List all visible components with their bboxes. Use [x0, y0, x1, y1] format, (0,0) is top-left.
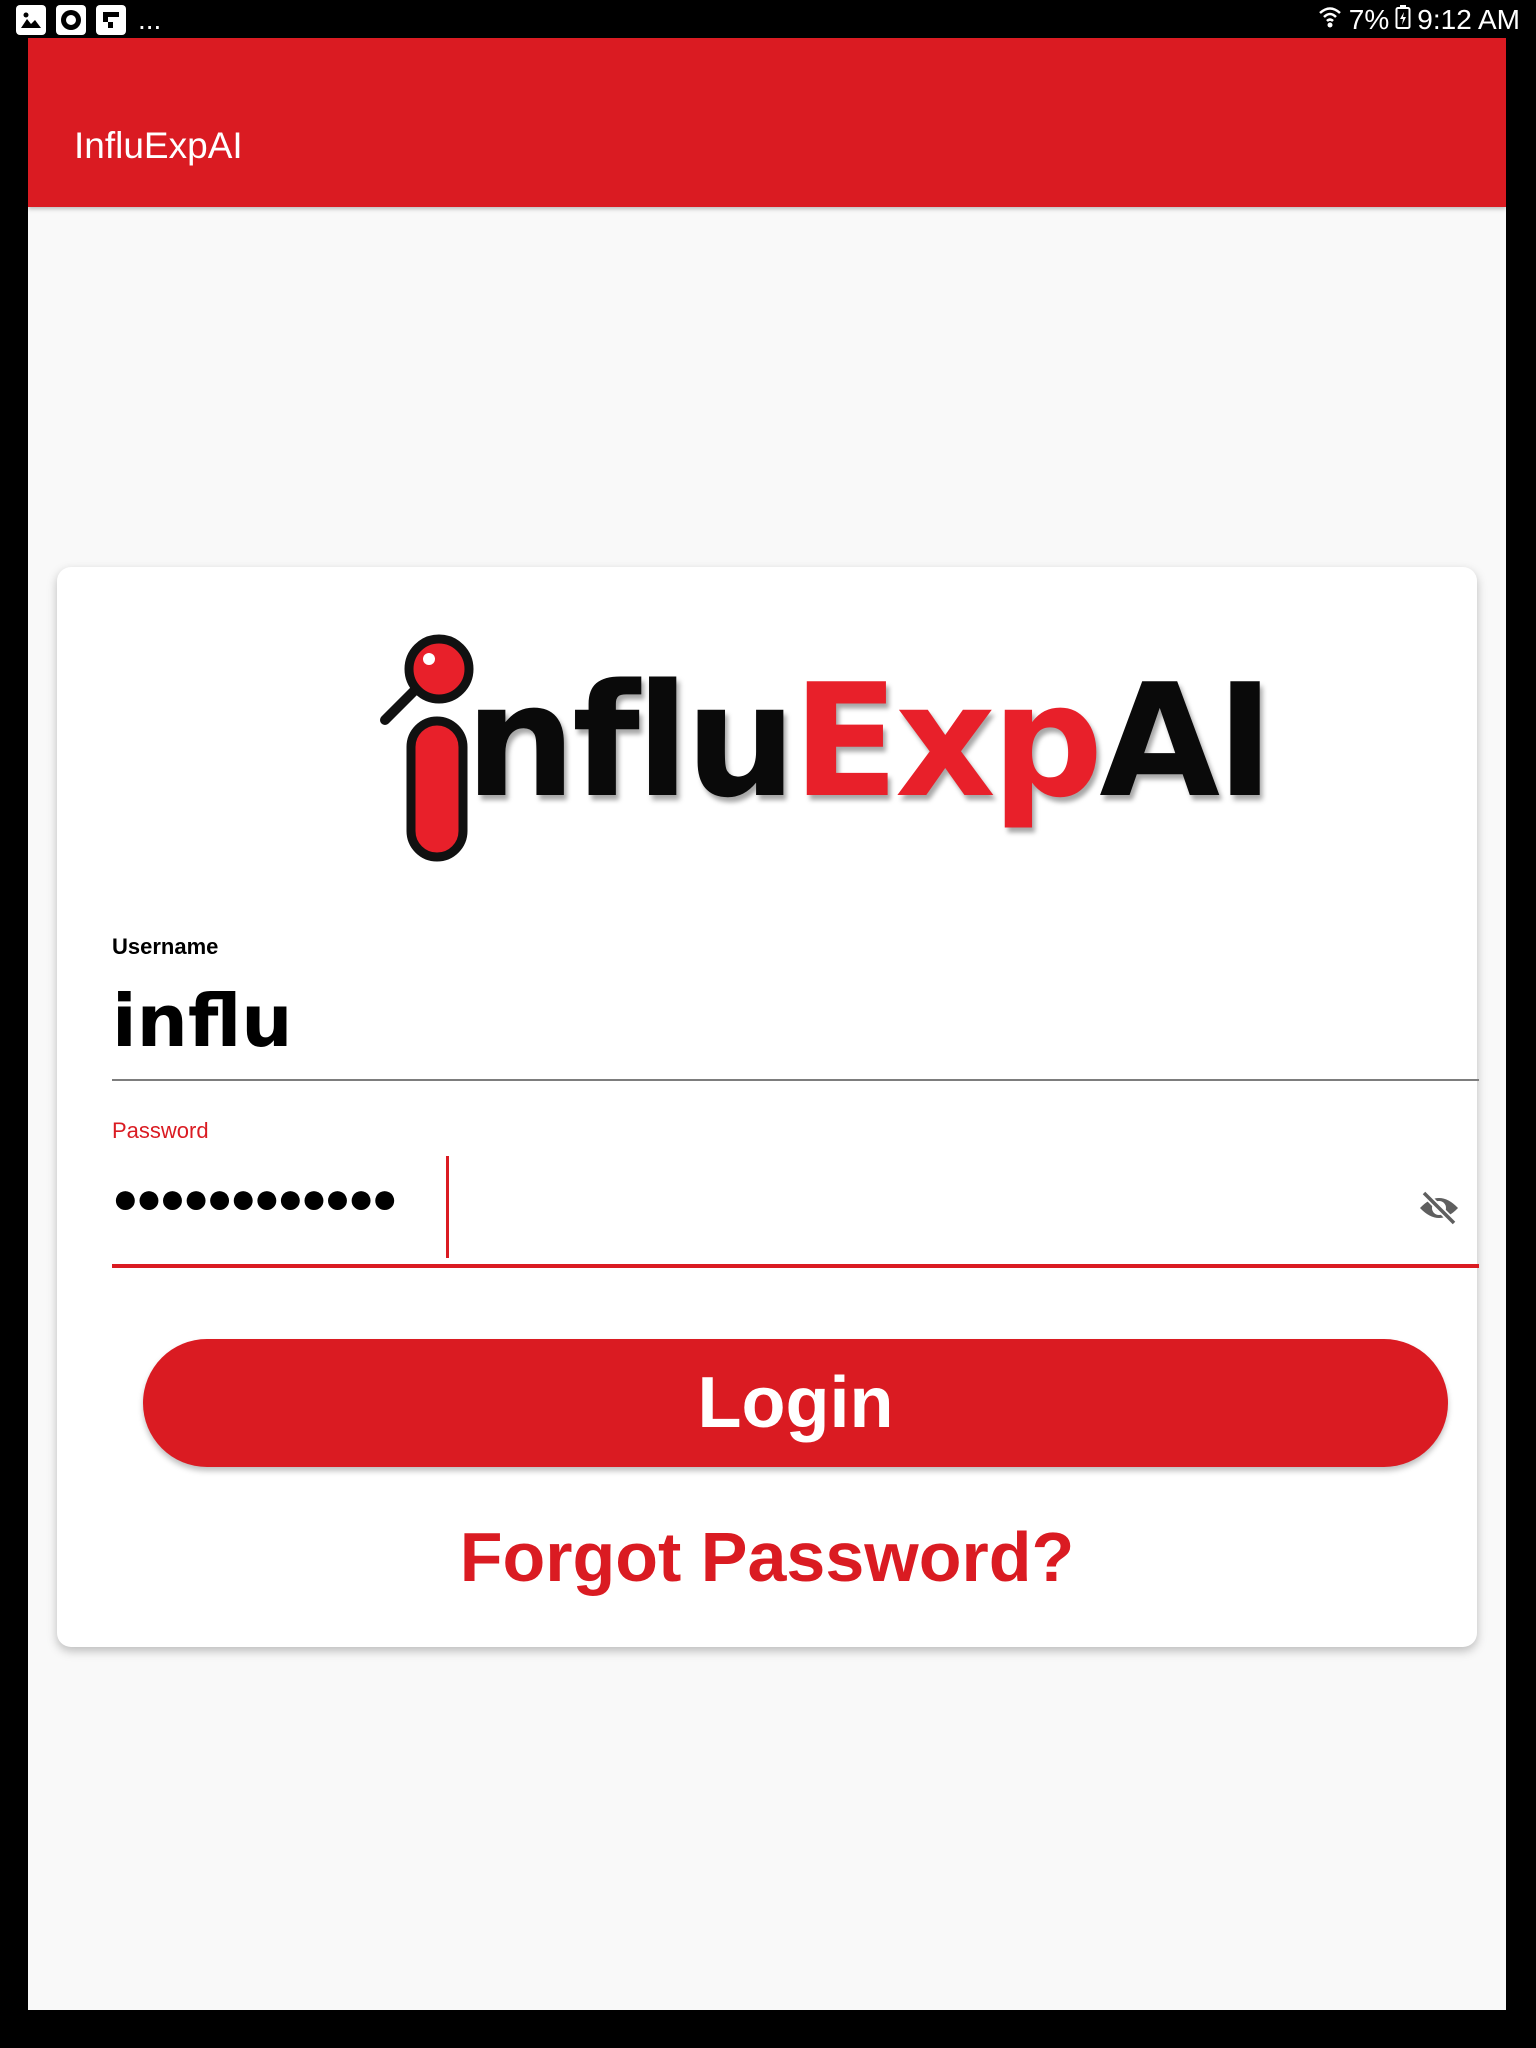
battery-percent: 7% [1348, 4, 1390, 35]
wifi-icon [1317, 4, 1343, 37]
app-icon [56, 5, 86, 35]
username-label: Username [112, 934, 219, 959]
battery-icon [1395, 4, 1411, 37]
system-status: 7% 9:12 AM [1317, 4, 1520, 37]
app-bar: InfluExpAI [28, 38, 1506, 207]
clock: 9:12 AM [1417, 4, 1520, 35]
app-title: InfluExpAI [74, 125, 243, 166]
username-underline [112, 1079, 1479, 1081]
password-underline [112, 1264, 1479, 1268]
more-notifications-indicator: ... [138, 4, 162, 35]
logo-text-ai: AI [1099, 650, 1274, 832]
brand-logo: nfluExpAI [377, 625, 1274, 865]
notification-area: ... [16, 5, 161, 35]
password-input[interactable]: ●●●●●●●●●●●● [112, 1169, 398, 1229]
password-label: Password [112, 1118, 209, 1143]
visibility-off-icon[interactable] [1415, 1184, 1463, 1232]
logo-text-red: Exp [792, 650, 1103, 832]
image-icon [16, 5, 46, 35]
app-screen: InfluExpAI nfluExpAI Username influ Pass… [28, 38, 1506, 2010]
logo-wordmark: nfluExpAI [465, 663, 1274, 819]
forgot-password-link[interactable]: Forgot Password? [57, 1515, 1477, 1599]
logo-text-dark: nflu [465, 650, 796, 832]
flipboard-icon [96, 5, 126, 35]
username-input[interactable]: influ [112, 979, 293, 1063]
login-card: nfluExpAI Username influ Password ●●●●●●… [57, 567, 1479, 1647]
login-button[interactable]: Login [143, 1339, 1448, 1467]
text-cursor [446, 1156, 449, 1258]
status-bar: ... 7% 9:12 AM [0, 0, 1536, 40]
